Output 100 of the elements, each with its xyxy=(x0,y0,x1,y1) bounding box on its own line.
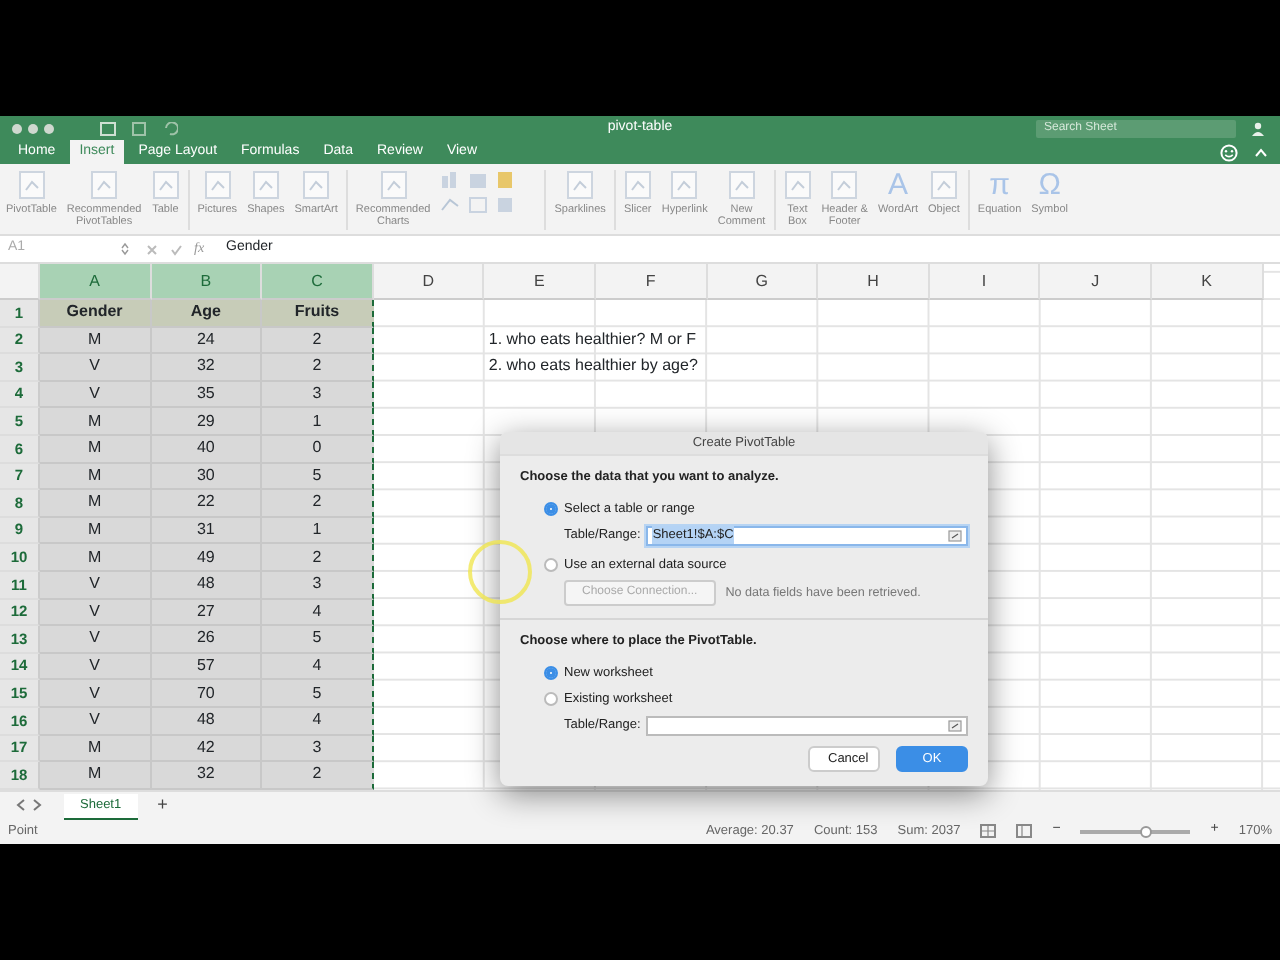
document-icon xyxy=(783,170,812,200)
column-header[interactable]: J xyxy=(1040,264,1152,300)
table-cell: 2 xyxy=(262,544,374,572)
table-cell: V xyxy=(40,381,152,409)
table-cell: 70 xyxy=(151,680,263,708)
table-cell: 4 xyxy=(262,653,374,681)
table-cell: 48 xyxy=(151,571,263,600)
table-cell: 22 xyxy=(151,490,263,518)
table-cell: M xyxy=(40,762,152,790)
collapse-dialog-icon[interactable] xyxy=(948,529,962,541)
table-cell: V xyxy=(40,653,152,681)
symbol-glyph: A xyxy=(887,170,908,204)
collapse-dialog-icon[interactable] xyxy=(948,719,962,731)
table-cell: 57 xyxy=(151,653,263,681)
table-cell: Age xyxy=(151,300,263,328)
corner-cell[interactable] xyxy=(0,264,40,300)
column-header[interactable]: K xyxy=(1151,264,1264,300)
table-cell: M xyxy=(40,435,152,464)
column-header[interactable]: D xyxy=(373,264,485,300)
table-cell: V xyxy=(40,626,152,654)
table-cell: 4 xyxy=(262,707,374,735)
column-header[interactable]: F xyxy=(595,264,708,300)
table-cell: 3 xyxy=(262,571,374,600)
document-icon xyxy=(830,170,859,200)
table-cell: 4 xyxy=(262,599,374,627)
page-view-icon[interactable] xyxy=(1016,824,1033,839)
table-cell: 26 xyxy=(151,626,263,654)
table-cell: 1 xyxy=(262,517,374,545)
cancel-icon[interactable] xyxy=(146,243,158,255)
stepper-icon[interactable] xyxy=(120,242,130,256)
table-cell: Gender xyxy=(40,300,152,328)
table-cell: 30 xyxy=(151,463,263,491)
document-icon xyxy=(379,170,408,200)
table-cell: 35 xyxy=(151,381,263,409)
cursor-highlight xyxy=(468,540,532,604)
scroll-arrows-icon[interactable] xyxy=(16,798,44,813)
table-cell: 27 xyxy=(151,599,263,627)
document-icon xyxy=(566,170,595,200)
document-icon xyxy=(203,170,232,200)
table-cell: 32 xyxy=(151,762,263,790)
sidebar-icon[interactable] xyxy=(100,121,116,135)
add-sheet-button[interactable]: + xyxy=(157,791,168,819)
document-icon xyxy=(251,170,280,200)
table-cell: M xyxy=(40,517,152,545)
document-icon xyxy=(151,170,180,200)
range-field[interactable] xyxy=(646,715,968,735)
grid-view-icon[interactable] xyxy=(980,824,997,839)
document-icon xyxy=(302,170,331,200)
column-header[interactable]: A xyxy=(40,264,152,300)
table-cell: 5 xyxy=(262,626,374,654)
document-icon xyxy=(17,170,46,200)
table-cell: 49 xyxy=(151,544,263,572)
table-cell: 2 xyxy=(262,762,374,790)
table-cell: 24 xyxy=(151,327,263,355)
undo-icon[interactable] xyxy=(162,121,178,135)
document-icon xyxy=(929,170,958,200)
table-cell: 2 xyxy=(262,490,374,518)
table-cell: 3 xyxy=(262,735,374,763)
document-icon xyxy=(90,170,119,200)
table-cell: M xyxy=(40,735,152,763)
table-cell: M xyxy=(40,490,152,518)
table-cell: V xyxy=(40,599,152,627)
column-header[interactable]: B xyxy=(151,264,263,300)
table-cell: 40 xyxy=(151,435,263,464)
table-cell: 2 xyxy=(262,354,374,382)
table-cell: 29 xyxy=(151,408,263,436)
table-cell: M xyxy=(40,327,152,355)
column-header[interactable]: G xyxy=(707,264,819,300)
table-cell: M xyxy=(40,544,152,572)
column-header[interactable]: C xyxy=(262,264,374,300)
zoom-slider[interactable] xyxy=(1080,829,1191,834)
table-cell: 32 xyxy=(151,354,263,382)
table-cell: 42 xyxy=(151,735,263,763)
table-cell: M xyxy=(40,408,152,436)
column-header[interactable]: I xyxy=(929,264,1041,300)
table-cell: M xyxy=(40,463,152,491)
column-header[interactable]: H xyxy=(818,264,930,300)
table-cell: V xyxy=(40,571,152,600)
column-header[interactable]: E xyxy=(484,264,596,300)
check-icon[interactable] xyxy=(170,243,182,255)
save-icon[interactable] xyxy=(132,121,146,135)
table-cell: 5 xyxy=(262,680,374,708)
document-icon xyxy=(727,170,756,200)
person-icon[interactable] xyxy=(1252,121,1268,135)
collapse-icon[interactable] xyxy=(1254,148,1268,158)
document-icon xyxy=(670,170,699,200)
table-cell: 5 xyxy=(262,463,374,491)
table-cell: 2. who eats healthier by age? xyxy=(488,356,698,375)
document-icon xyxy=(623,170,652,200)
symbol-glyph: Ω xyxy=(1038,170,1061,204)
table-cell: 1 xyxy=(262,408,374,436)
table-cell: 2 xyxy=(262,327,374,355)
table-cell: Fruits xyxy=(262,300,374,328)
table-cell: 31 xyxy=(151,517,263,545)
table-cell: V xyxy=(40,707,152,735)
table-cell: V xyxy=(40,680,152,708)
slider-thumb[interactable] xyxy=(1140,825,1153,838)
smiley-icon[interactable] xyxy=(1220,144,1238,162)
table-cell: 0 xyxy=(262,435,374,464)
table-cell: V xyxy=(40,354,152,382)
